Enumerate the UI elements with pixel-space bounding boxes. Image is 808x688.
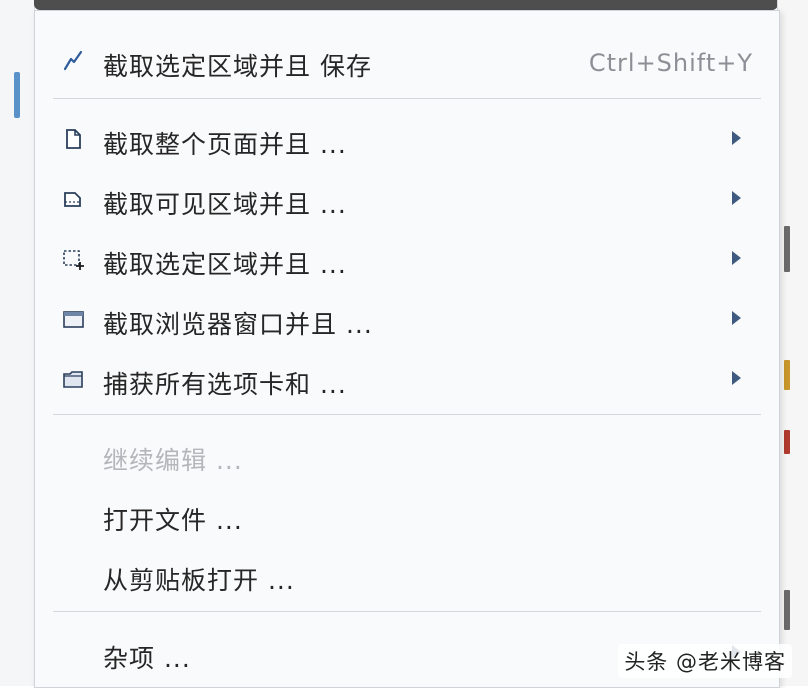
menu-item-label: 杂项 ... (103, 644, 191, 673)
menu-item-label: 捕获所有选项卡和 ... (103, 370, 347, 399)
background-mark (784, 226, 790, 272)
background-mark (784, 360, 790, 390)
background-mark (784, 430, 790, 454)
background-top-bar (34, 0, 778, 10)
selection-crop-icon (61, 247, 85, 271)
pen-slash-icon (61, 49, 85, 73)
menu-item-capture-selection-save[interactable]: 截取选定区域并且 保存 Ctrl+Shift+Y (35, 33, 779, 89)
menu-item-shortcut: Ctrl+Shift+Y (588, 49, 753, 77)
submenu-arrow-icon (732, 251, 741, 265)
menu-item-capture-all-tabs[interactable]: 捕获所有选项卡和 ... (35, 351, 779, 407)
menu-item-label: 打开文件 ... (103, 506, 243, 535)
menu-separator (53, 414, 761, 415)
menu-item-label: 截取浏览器窗口并且 ... (103, 310, 373, 339)
browser-window-icon (61, 307, 85, 331)
menu-item-label: 截取选定区域并且 ... (103, 250, 347, 279)
context-menu: 截取选定区域并且 保存 Ctrl+Shift+Y 截取整个页面并且 ... 截取… (34, 10, 780, 688)
menu-item-open-from-clipboard[interactable]: 从剪贴板打开 ... (35, 547, 779, 603)
menu-item-capture-visible-area[interactable]: 截取可见区域并且 ... (35, 171, 779, 227)
submenu-arrow-icon (732, 311, 741, 325)
visible-area-icon (61, 187, 85, 211)
menu-item-label: 从剪贴板打开 ... (103, 566, 295, 595)
menu-item-label: 继续编辑 ... (103, 446, 243, 475)
submenu-arrow-icon (732, 371, 741, 385)
tabs-folder-icon (61, 367, 85, 391)
menu-item-label: 截取可见区域并且 ... (103, 190, 347, 219)
page-icon (61, 127, 85, 151)
menu-item-label: 截取整个页面并且 ... (103, 130, 347, 159)
menu-item-capture-entire-page[interactable]: 截取整个页面并且 ... (35, 111, 779, 167)
menu-item-continue-editing: 继续编辑 ... (35, 427, 779, 483)
background-blue-glyph (14, 72, 20, 118)
submenu-arrow-icon (732, 191, 741, 205)
menu-item-capture-browser-window[interactable]: 截取浏览器窗口并且 ... (35, 291, 779, 347)
menu-item-capture-selected-area[interactable]: 截取选定区域并且 ... (35, 231, 779, 287)
submenu-arrow-icon (732, 131, 741, 145)
menu-separator (53, 98, 761, 99)
background-window-right (777, 0, 808, 686)
background-mark (784, 590, 790, 630)
menu-separator (53, 611, 761, 612)
menu-item-label: 截取选定区域并且 保存 (103, 52, 372, 81)
watermark: 头条 @老米博客 (618, 644, 792, 678)
background-window-left (0, 0, 35, 686)
menu-item-open-file[interactable]: 打开文件 ... (35, 487, 779, 543)
